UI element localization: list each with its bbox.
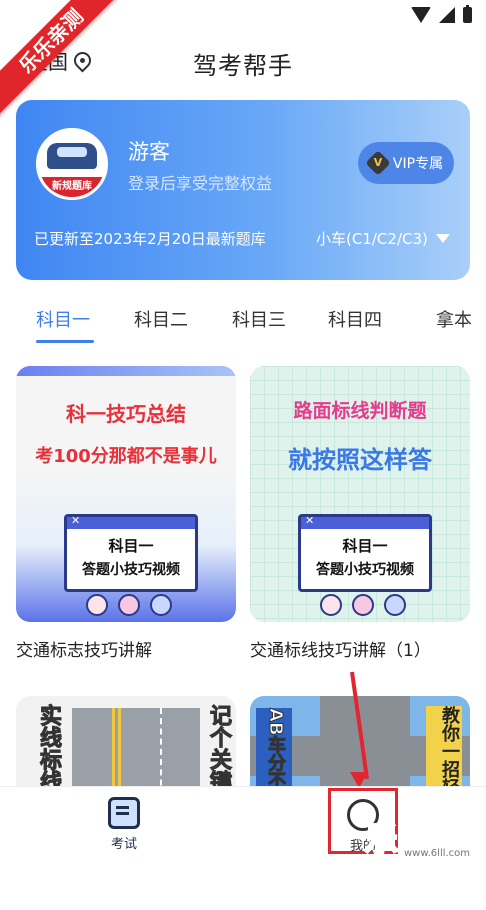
login-hint[interactable]: 登录后享受完整权益	[128, 170, 272, 194]
vip-label: VIP专属	[392, 156, 444, 172]
car-icon	[47, 143, 97, 169]
video-caption[interactable]: 交通标志技巧讲解	[16, 636, 152, 661]
vip-badge-icon: V	[365, 150, 391, 176]
thumbnail-subtitle: 考100分那都不是事儿	[35, 446, 217, 467]
heart-icon	[320, 594, 342, 616]
car-type-label: 小车(C1/C2/C3)	[316, 230, 428, 248]
heart-icon	[150, 594, 172, 616]
user-card[interactable]: 新规题库 游客 登录后享受完整权益 V VIP专属 已更新至2023年2月20日…	[16, 100, 470, 280]
close-icon: ✕	[71, 514, 81, 527]
nav-exam-label: 考试	[110, 837, 137, 852]
window-title: 科目一	[342, 537, 388, 555]
tab-license[interactable]: 拿本	[436, 306, 472, 332]
heart-icon	[352, 594, 374, 616]
window-subtitle: 答题小技巧视频	[316, 562, 414, 578]
thumbnail-text-left: AB车分不	[265, 708, 287, 791]
window-subtitle: 答题小技巧视频	[82, 562, 180, 578]
window-bar: ✕	[67, 514, 195, 529]
wifi-icon	[411, 7, 431, 23]
heart-icon	[118, 594, 140, 616]
watermark-logo: 乐乐游戏	[363, 819, 463, 910]
thumbnail-text-right: 教你一招轻	[439, 706, 460, 796]
status-icons	[411, 5, 472, 23]
thumbnail-text-left: 实线标线	[36, 704, 62, 793]
tab-subject-4[interactable]: 科目四	[328, 306, 382, 332]
vip-button[interactable]: V VIP专属	[358, 142, 454, 184]
subject-tabs: 科目一 科目二 科目三 科目四 拿本	[0, 300, 486, 350]
window-title: 科目一	[108, 537, 154, 555]
tab-subject-3[interactable]: 科目三	[232, 306, 286, 332]
video-thumbnail[interactable]: 路面标线判断题 就按照这样答 ✕ 科目一 答题小技巧视频	[250, 366, 470, 622]
thumbnail-window: ✕ 科目一 答题小技巧视频	[298, 514, 432, 592]
video-thumbnail[interactable]: 科一技巧总结 考100分那都不是事儿 ✕ 科目一 答题小技巧视频	[16, 366, 236, 622]
update-info: 已更新至2023年2月20日最新题库	[34, 230, 266, 248]
signal-icon	[439, 7, 455, 23]
avatar[interactable]: 新规题库	[36, 128, 108, 200]
tab-subject-1[interactable]: 科目一	[36, 306, 90, 332]
heart-icon	[384, 594, 406, 616]
thumbnail-text-right: 记个关键	[206, 704, 232, 793]
user-name[interactable]: 游客	[128, 136, 170, 166]
thumbnail-subtitle: 就按照这样答	[288, 446, 432, 474]
close-icon: ✕	[305, 514, 315, 527]
thumbnail-window: ✕ 科目一 答题小技巧视频	[64, 514, 198, 592]
active-tab-indicator	[36, 340, 94, 343]
watermark-url: www.6lll.com	[404, 848, 471, 859]
thumbnail-bar	[16, 366, 236, 376]
heart-icons	[320, 594, 406, 616]
heart-icons	[86, 594, 172, 616]
dropdown-arrow-icon	[435, 234, 450, 243]
window-bar: ✕	[301, 514, 429, 529]
tab-subject-2[interactable]: 科目二	[134, 306, 188, 332]
car-type-selector[interactable]: 小车(C1/C2/C3)	[316, 228, 450, 249]
thumbnail-title: 科一技巧总结	[66, 402, 186, 426]
page-title: 驾考帮手	[193, 52, 293, 80]
exam-icon	[108, 797, 140, 829]
video-caption[interactable]: 交通标线技巧讲解（1）	[250, 636, 431, 661]
nav-exam[interactable]: 考试	[84, 797, 164, 852]
heart-icon	[86, 594, 108, 616]
thumbnail-title: 路面标线判断题	[293, 400, 427, 422]
battery-icon	[463, 5, 472, 23]
avatar-label: 新规题库	[39, 177, 105, 197]
